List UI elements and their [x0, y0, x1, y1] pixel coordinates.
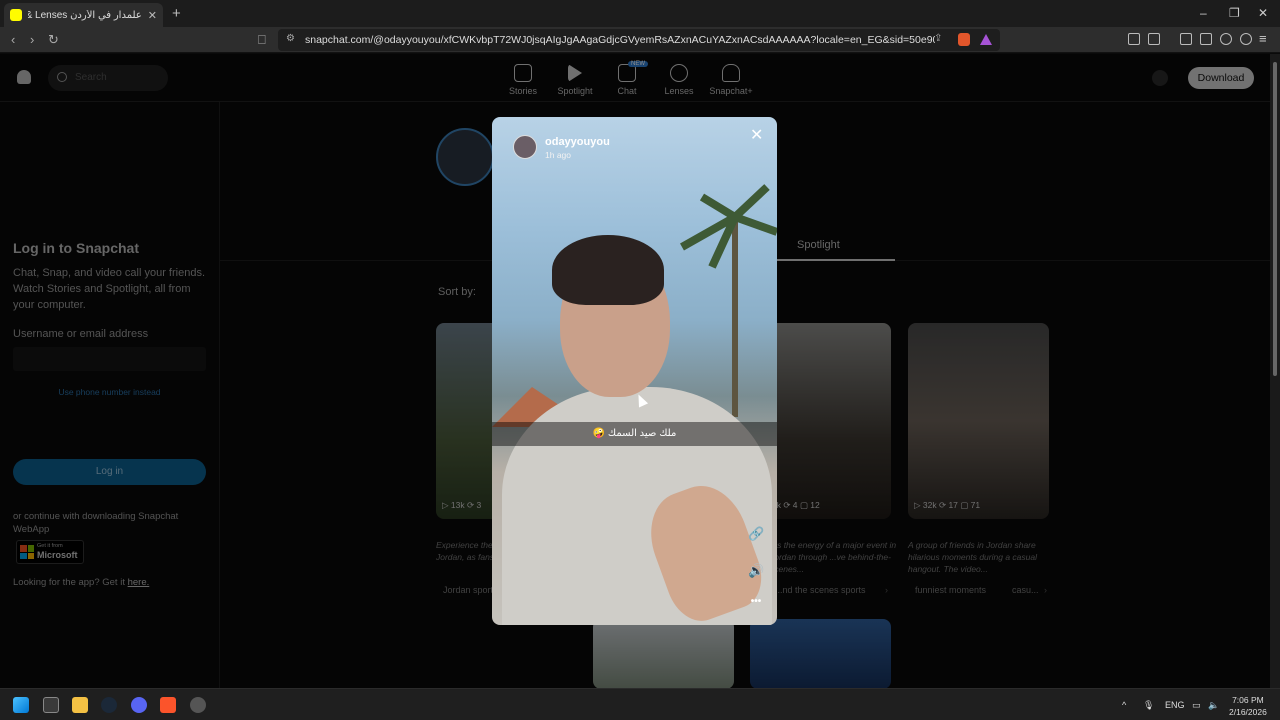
site-info-icon[interactable]: ⚙ [286, 33, 295, 44]
browser-tab-bar: علمدار في الأردن Spotlight & Lenses ✕ + … [0, 0, 1280, 27]
tray-chevron-icon[interactable]: ^ [1122, 700, 1126, 710]
forward-icon[interactable]: › [30, 32, 34, 47]
taskbar-clock[interactable]: 7:06 PM 2/16/2026 [1229, 694, 1267, 718]
page-scrollbar[interactable] [1270, 54, 1280, 688]
wallet-icon[interactable] [1200, 33, 1212, 45]
language-indicator[interactable]: ENG [1165, 700, 1185, 710]
clock-time: 7:06 PM [1232, 695, 1264, 705]
new-tab-button[interactable]: + [172, 5, 181, 22]
window-close-button[interactable]: ✕ [1258, 6, 1268, 20]
steam-icon[interactable] [101, 697, 117, 713]
snapchat-favicon-icon [10, 9, 22, 21]
extensions-icon[interactable] [1128, 33, 1140, 45]
menu-icon[interactable]: ≡ [1259, 31, 1267, 46]
snapchat-page: Search Stories Spotlight NEW Chat Lenses… [0, 54, 1270, 689]
minimize-button[interactable]: – [1200, 6, 1207, 20]
browser-tab[interactable]: علمدار في الأردن Spotlight & Lenses ✕ [4, 3, 163, 27]
sound-icon[interactable]: 🔊 [748, 563, 764, 579]
browser-toolbar: ‹ › ↻ ⎕ ⚙ snapchat.com/@odayyouyou/xfCWK… [0, 27, 1280, 53]
video-caption: ملك صيد السمك 🤪 [492, 422, 777, 446]
poster-avatar[interactable] [513, 135, 537, 159]
url-text: snapchat.com/@odayyouyou/xfCWKvbpT72WJ0j… [305, 34, 935, 46]
app-icon[interactable] [190, 697, 206, 713]
file-explorer-icon[interactable] [72, 697, 88, 713]
brave-browser-icon[interactable] [160, 697, 176, 713]
windows-taskbar: ^ 🎙 ENG ▭ 🔈 7:06 PM 2/16/2026 [0, 688, 1280, 720]
tab-manager-icon[interactable] [1148, 33, 1160, 45]
reload-icon[interactable]: ↻ [48, 32, 59, 48]
person-hair-image [552, 235, 664, 305]
address-bar[interactable]: ⚙ snapchat.com/@odayyouyou/xfCWKvbpT72WJ… [278, 29, 1000, 51]
copy-link-icon[interactable]: 🔗 [748, 526, 764, 542]
palm-tree-image [680, 184, 777, 417]
vpn-icon[interactable] [1240, 33, 1252, 45]
post-time: 1h ago [545, 150, 571, 160]
brave-shield-icon[interactable] [958, 33, 970, 46]
bookmark-icon[interactable]: ⎕ [258, 32, 266, 48]
volume-icon[interactable]: 🔈 [1208, 700, 1219, 711]
modal-close-icon[interactable]: ✕ [750, 125, 763, 145]
clock-date: 2/16/2026 [1229, 707, 1267, 717]
tab-title: علمدار في الأردن Spotlight & Lenses [28, 9, 142, 21]
tab-close-icon[interactable]: ✕ [148, 9, 157, 22]
back-icon[interactable]: ‹ [11, 32, 15, 47]
leo-ai-icon[interactable] [1220, 33, 1232, 45]
restore-button[interactable]: ❐ [1229, 6, 1240, 20]
discord-icon[interactable] [131, 697, 147, 713]
more-options-icon[interactable]: ••• [748, 596, 764, 607]
store-icon[interactable] [43, 697, 59, 713]
microphone-icon[interactable]: 🎙 [1143, 700, 1154, 711]
brave-rewards-icon[interactable] [980, 34, 992, 45]
sidebar-toggle-icon[interactable] [1180, 33, 1192, 45]
scrollbar-thumb[interactable] [1273, 62, 1277, 376]
poster-username[interactable]: odayyouyou [545, 136, 610, 148]
share-icon[interactable]: ⇪ [934, 33, 942, 44]
spotlight-video-modal[interactable]: ملك صيد السمك 🤪 odayyouyou 1h ago ✕ 🔗 🔊 … [492, 117, 777, 625]
start-icon[interactable] [13, 697, 29, 713]
network-icon[interactable]: ▭ [1192, 700, 1201, 711]
